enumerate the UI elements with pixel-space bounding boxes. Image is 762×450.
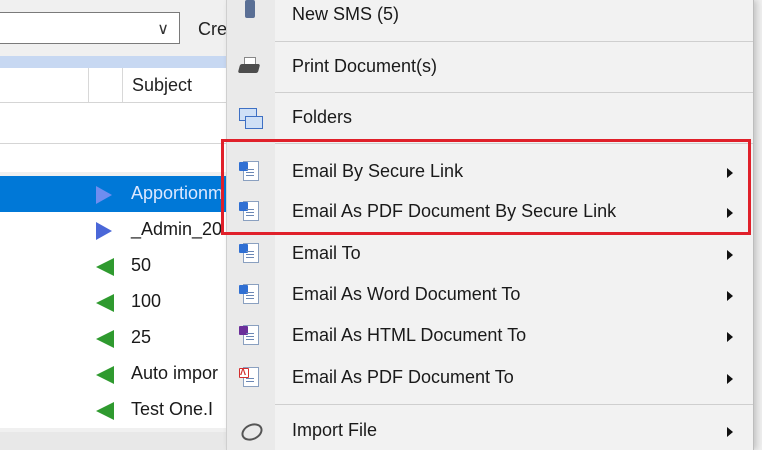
column-header: Subject [0, 68, 235, 103]
column-separator[interactable] [88, 68, 89, 102]
table-row[interactable]: Apportionm [0, 176, 235, 212]
submenu-arrow-icon [727, 208, 733, 218]
row-subject: Test One.I [131, 399, 214, 419]
row-subject: _Admin_20 [131, 219, 223, 239]
submenu-arrow-icon [727, 168, 733, 178]
menu-item-label: New SMS (5) [292, 4, 400, 24]
triangle-right-icon [96, 186, 112, 204]
printer-icon [237, 54, 263, 80]
triangle-left-icon [96, 366, 114, 384]
triangle-right-icon [96, 222, 112, 240]
create-button-label[interactable]: Cre [198, 19, 227, 40]
submenu-arrow-icon [727, 332, 733, 342]
group-row [0, 144, 235, 172]
triangle-left-icon [96, 258, 114, 276]
menu-separator [275, 41, 753, 42]
word-doc-icon [237, 282, 263, 308]
menu-separator [275, 143, 753, 144]
table-row[interactable]: 50 [0, 248, 235, 284]
column-header-subject[interactable]: Subject [132, 75, 192, 96]
table-row[interactable]: Auto impor [0, 356, 235, 392]
submenu-arrow-icon [727, 291, 733, 301]
filter-combo[interactable]: ∨ [0, 12, 180, 44]
filter-row[interactable] [0, 103, 235, 144]
menu-item-email-pdf-document-to[interactable]: Λ Email As PDF Document To [227, 359, 753, 397]
menu-item-label: Email As PDF Document To [292, 367, 514, 387]
menu-item-folders[interactable]: Folders [227, 99, 753, 137]
menu-item-label: Email By Secure Link [292, 161, 464, 181]
word-doc-icon [237, 199, 263, 225]
word-doc-icon [237, 159, 263, 185]
menu-item-label: Import File [292, 420, 378, 440]
ribbon-strip [0, 56, 235, 68]
triangle-left-icon [96, 294, 114, 312]
context-menu: New SMS (5) Print Document(s) Folders Em… [226, 0, 754, 450]
menu-item-email-word-document-to[interactable]: Email As Word Document To [227, 276, 753, 314]
word-doc-icon [237, 241, 263, 267]
row-subject: 50 [131, 255, 152, 275]
triangle-left-icon [96, 402, 114, 420]
row-subject: 100 [131, 291, 162, 311]
column-separator[interactable] [122, 68, 123, 102]
table-row[interactable]: 25 [0, 320, 235, 356]
menu-item-print-documents[interactable]: Print Document(s) [227, 48, 753, 86]
triangle-left-icon [96, 330, 114, 348]
menu-item-label: Folders [292, 107, 353, 127]
menu-item-email-to[interactable]: Email To [227, 235, 753, 273]
row-subject: Auto impor [131, 363, 219, 383]
menu-item-new-sms[interactable]: New SMS (5) [227, 0, 753, 38]
submenu-arrow-icon [727, 250, 733, 260]
table-row[interactable]: 100 [0, 284, 235, 320]
row-subject: Apportionm [131, 183, 224, 203]
menu-item-label: Email To [292, 243, 361, 263]
menu-item-label: Print Document(s) [292, 56, 438, 76]
menu-item-import-file[interactable]: Import File [227, 412, 753, 450]
import-disc-icon [237, 418, 266, 444]
list-footer [0, 432, 235, 450]
toolbar: ∨ Cre [0, 0, 235, 68]
phone-icon [245, 0, 255, 18]
folders-icon [237, 105, 263, 131]
menu-item-email-html-document-to[interactable]: Email As HTML Document To [227, 317, 753, 355]
html-doc-icon [237, 323, 263, 349]
submenu-arrow-icon [727, 374, 733, 384]
menu-item-email-pdf-by-secure-link[interactable]: Email As PDF Document By Secure Link [227, 193, 753, 231]
menu-separator [275, 92, 753, 93]
table-row[interactable]: _Admin_20 [0, 212, 235, 248]
menu-item-email-by-secure-link[interactable]: Email By Secure Link [227, 153, 753, 191]
menu-separator [275, 404, 753, 405]
pdf-doc-icon: Λ [237, 365, 263, 391]
menu-item-label: Email As Word Document To [292, 284, 521, 304]
row-subject: 25 [131, 327, 152, 347]
chevron-down-icon[interactable]: ∨ [157, 19, 169, 39]
submenu-arrow-icon [727, 427, 733, 437]
menu-item-label: Email As HTML Document To [292, 325, 527, 345]
table-row[interactable]: Test One.I [0, 392, 235, 428]
menu-item-label: Email As PDF Document By Secure Link [292, 201, 617, 221]
